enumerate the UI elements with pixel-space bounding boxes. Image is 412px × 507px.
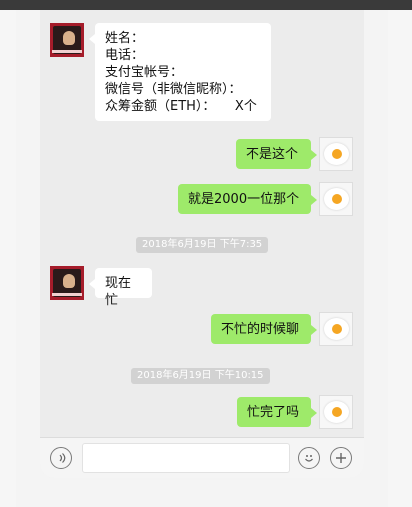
incoming-message-form[interactable]: 姓名： 电话： 支付宝帐号： 微信号（非微信昵称）： 众筹金额（ETH）： X个	[89, 23, 271, 121]
contact-avatar[interactable]	[50, 23, 84, 57]
message-text: 不忙的时候聊	[221, 322, 300, 337]
message-text: 现在忙	[105, 276, 132, 308]
form-line-phone: 电话：	[105, 48, 145, 63]
message-text: 忙完了吗	[247, 405, 300, 420]
emoji-icon[interactable]	[298, 447, 320, 469]
outgoing-message[interactable]: 不是这个	[236, 139, 317, 169]
self-avatar[interactable]	[319, 395, 353, 429]
form-line-wechat: 微信号（非微信昵称）：	[105, 82, 242, 97]
input-bar	[40, 437, 364, 478]
left-margin	[0, 10, 16, 507]
chat-window: 姓名： 电话： 支付宝帐号： 微信号（非微信昵称）： 众筹金额（ETH）： X个…	[40, 10, 364, 478]
timestamp: 2018年6月19日 下午7:35	[136, 237, 269, 253]
self-avatar[interactable]	[319, 312, 353, 346]
incoming-message[interactable]: 现在忙	[89, 268, 152, 308]
outgoing-message[interactable]: 不忙的时候聊	[211, 314, 317, 344]
contact-avatar[interactable]	[50, 266, 84, 300]
message-text: 就是2000一位那个	[188, 192, 300, 207]
self-avatar[interactable]	[319, 137, 353, 171]
message-input[interactable]	[82, 443, 290, 473]
self-avatar[interactable]	[319, 182, 353, 216]
plus-icon[interactable]	[330, 447, 352, 469]
timestamp: 2018年6月19日 下午10:15	[131, 368, 270, 384]
form-line-name: 姓名：	[105, 31, 145, 46]
message-text: 不是这个	[246, 147, 299, 162]
outgoing-message[interactable]: 忙完了吗	[237, 397, 317, 427]
form-line-alipay: 支付宝帐号：	[105, 65, 184, 80]
top-bar	[0, 0, 412, 10]
form-line-amount: 众筹金额（ETH）： X个	[105, 99, 257, 114]
outgoing-message[interactable]: 就是2000一位那个	[178, 184, 317, 214]
voice-icon[interactable]	[50, 447, 72, 469]
right-margin	[388, 10, 412, 507]
